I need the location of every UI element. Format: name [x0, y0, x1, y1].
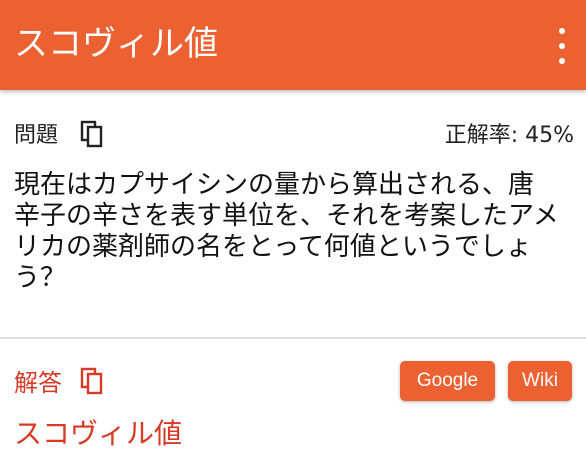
menu-dot: [559, 43, 565, 49]
more-vert-icon[interactable]: [550, 28, 574, 64]
menu-dot: [559, 58, 565, 64]
correct-rate: 正解率: 45%: [444, 123, 574, 148]
section-divider: [0, 337, 586, 339]
wiki-search-button[interactable]: Wiki: [508, 361, 572, 401]
quiz-screen: スコヴィル値 問題 正解率: 45% 現在はカプサイシンの量から算出される、唐辛…: [0, 0, 586, 470]
question-label: 問題: [14, 123, 59, 148]
copy-answer-icon[interactable]: [80, 367, 104, 395]
google-search-button[interactable]: Google: [400, 361, 495, 401]
app-bar: スコヴィル値: [0, 0, 586, 90]
answer-text: スコヴィル値: [14, 417, 183, 450]
copy-icon-graphic: [80, 367, 103, 395]
menu-dot: [559, 28, 565, 34]
question-text: 現在はカプサイシンの量から算出される、唐辛子の辛さを表す単位を、それを考案したア…: [14, 170, 559, 293]
question-header: 問題 正解率: 45%: [14, 118, 574, 154]
answer-label: 解答: [14, 369, 62, 397]
copy-question-icon[interactable]: [80, 120, 104, 148]
app-bar-title: スコヴィル値: [14, 24, 218, 64]
copy-icon-graphic: [80, 120, 103, 148]
